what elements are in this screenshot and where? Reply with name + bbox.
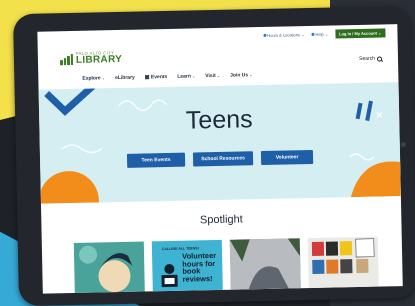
spotlight-card-comic[interactable] — [73, 241, 145, 293]
main-nav: Explore⌄ eLibrary ▦ Events Learn⌄ Visit⌄… — [82, 72, 252, 82]
utility-bar: Hours & Locations ⌄ Help ⌄ Log In / My A… — [37, 24, 397, 48]
teen-events-button[interactable]: Teen Events — [126, 152, 186, 168]
library-logo[interactable]: PALO ALTO CITY LIBRARY — [59, 50, 123, 66]
search-button[interactable]: Search — [359, 55, 383, 62]
tablet-device: Hours & Locations ⌄ Help ⌄ Log In / My A… — [12, 5, 415, 306]
card-headline: Volunteer hours for book reviews! — [181, 250, 217, 284]
reader-figure-icon — [161, 263, 178, 288]
spotlight-heading: Spotlight — [199, 213, 243, 227]
search-icon — [376, 55, 383, 62]
spotlight-card-volunteer[interactable]: CALLING ALL TEENS! Volunteer hours for b… — [151, 239, 223, 292]
hours-link[interactable]: Hours & Locations ⌄ — [263, 32, 304, 38]
nav-item-elibrary[interactable]: eLibrary — [115, 75, 135, 81]
comic-illustration — [79, 245, 133, 293]
location-icon — [263, 33, 267, 37]
spotlight-card-photo[interactable] — [229, 238, 301, 290]
search-label: Search — [359, 55, 376, 62]
chevron-shape — [44, 82, 97, 116]
website-screen: Hours & Locations ⌄ Help ⌄ Log In / My A… — [37, 24, 403, 294]
nav-item-visit[interactable]: Visit⌄ — [205, 73, 220, 79]
squiggle-shape-2 — [61, 144, 103, 154]
logo-mark-icon — [59, 53, 74, 65]
photo-illustration — [229, 238, 301, 290]
spotlight-card-books[interactable] — [307, 236, 379, 289]
help-icon — [311, 32, 315, 36]
card-kicker: CALLING ALL TEENS! — [161, 246, 199, 252]
nav-item-explore[interactable]: Explore⌄ — [82, 75, 105, 81]
logo-title: LIBRARY — [75, 53, 123, 66]
nav-item-events[interactable]: ▦ Events — [145, 74, 168, 80]
hero-decoration: ✕ — [38, 82, 401, 204]
orange-blob-shape — [350, 161, 401, 198]
orange-circle-shape — [38, 171, 99, 204]
book-covers-illustration — [311, 238, 375, 274]
hero-banner: ✕ Teens Teen Events School Resources Vol… — [38, 82, 401, 204]
login-button[interactable]: Log In / My Account ⌄ — [335, 27, 386, 38]
camera-dot — [400, 142, 406, 148]
spotlight-cards: CALLING ALL TEENS! Volunteer hours for b… — [73, 236, 379, 293]
school-resources-button[interactable]: School Resources — [192, 151, 254, 167]
help-link[interactable]: Help ⌄ — [311, 31, 328, 36]
nav-item-learn[interactable]: Learn⌄ — [177, 73, 195, 79]
nav-item-join-us[interactable]: Join Us⌄ — [230, 72, 253, 78]
volunteer-button[interactable]: Volunteer — [260, 149, 314, 166]
